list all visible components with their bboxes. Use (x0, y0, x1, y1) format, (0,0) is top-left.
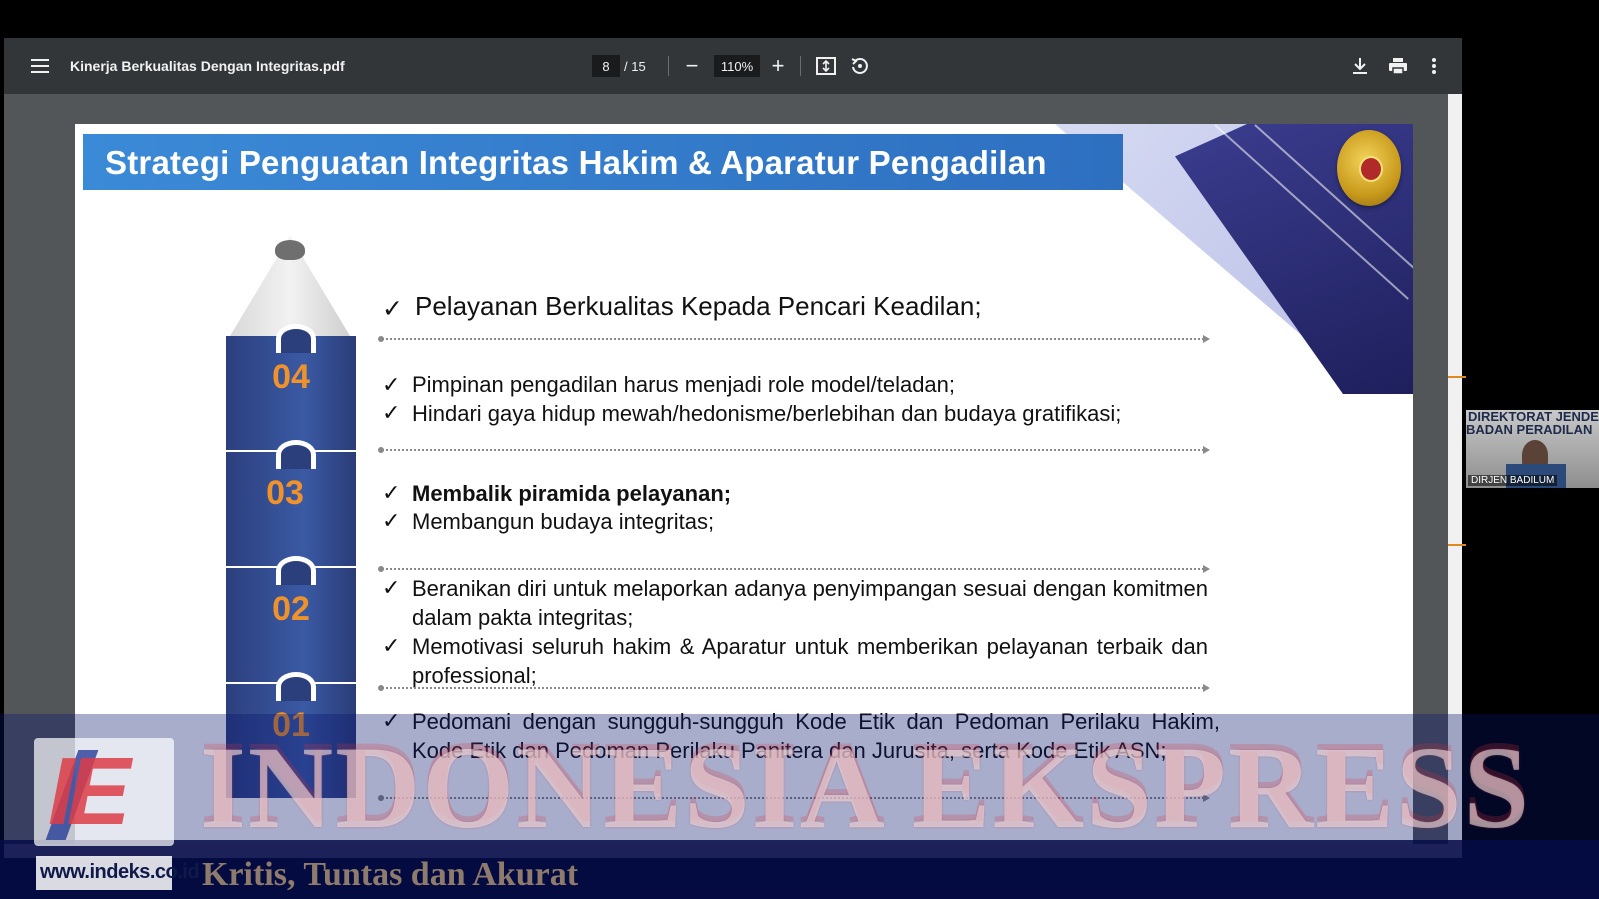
screen: Kinerja Berkualitas Dengan Integritas.pd… (0, 0, 1599, 899)
level-number: 03 (266, 474, 304, 512)
court-emblem-logo (1337, 130, 1401, 206)
toolbar-divider (668, 56, 669, 76)
divider-arrow (378, 446, 1210, 454)
print-icon[interactable] (1386, 38, 1410, 94)
pencil-segment-03: 03 (226, 440, 356, 566)
pencil-segment-02: 02 (226, 556, 356, 682)
headline-text: Pelayanan Berkualitas Kepada Pencari Kea… (415, 291, 982, 321)
item-02-2: Memotivasi seluruh hakim & Aparatur untu… (412, 634, 1208, 688)
video-banner-line2: BADAN PERADILAN (1466, 422, 1593, 437)
video-thumbnail[interactable]: DIREKTORAT JENDERAL BADAN PERADILAN DIRJ… (1466, 410, 1599, 488)
check-icon: ✓ (382, 400, 401, 425)
download-icon[interactable] (1348, 38, 1372, 94)
watermark-brand: INDONESIA EKSPRESS (200, 722, 1532, 853)
fit-page-icon[interactable] (814, 38, 838, 94)
watermark-logo-letters: IE (48, 738, 131, 845)
check-icon: ✓ (382, 508, 401, 533)
item-04-1: Pimpinan pengadilan harus menjadi role m… (412, 372, 956, 397)
divider-arrow (378, 335, 1210, 343)
menu-icon[interactable] (22, 38, 58, 94)
item-04-2: Hindari gaya hidup mewah/hedonisme/berle… (412, 401, 1122, 426)
divider-arrow (378, 565, 1210, 573)
zoom-out-button[interactable]: − (680, 38, 704, 94)
check-icon: ✓ (382, 575, 401, 600)
toolbar-divider (800, 56, 801, 76)
pdf-toolbar: Kinerja Berkualitas Dengan Integritas.pd… (4, 38, 1462, 94)
pencil-lead (275, 240, 305, 260)
slide-title: Strategi Penguatan Integritas Hakim & Ap… (105, 144, 1047, 181)
orange-marker (1448, 376, 1466, 378)
watermark-tagline: Kritis, Tuntas dan Akurat (202, 856, 579, 893)
rotate-icon[interactable] (848, 38, 872, 94)
item-03-1: Membalik piramida pelayanan; (412, 481, 732, 506)
zoom-level-input[interactable]: 110% (714, 55, 760, 77)
page-number-input[interactable]: 8 (592, 55, 620, 77)
check-icon: ✓ (382, 372, 401, 397)
video-label: DIRJEN BADILUM (1468, 475, 1558, 486)
check-icon: ✓ (382, 295, 403, 323)
zoom-in-button[interactable]: + (766, 38, 790, 94)
check-icon: ✓ (382, 633, 401, 658)
divider-arrow (378, 684, 1210, 692)
more-vertical-icon[interactable] (1424, 38, 1444, 94)
page-total: / 15 (624, 58, 646, 74)
watermark-url: www.indeks.co.id (40, 861, 200, 883)
item-02-1: Beranikan diri untuk melaporkan adanya p… (412, 576, 1208, 630)
document-title: Kinerja Berkualitas Dengan Integritas.pd… (70, 58, 345, 74)
check-icon: ✓ (382, 480, 401, 505)
level-number: 02 (272, 590, 310, 628)
pencil-segment-04: 04 (226, 324, 356, 450)
title-band: Strategi Penguatan Integritas Hakim & Ap… (83, 134, 1123, 190)
item-03-2: Membangun budaya integritas; (412, 509, 715, 534)
level-number: 04 (272, 358, 310, 396)
orange-marker (1448, 544, 1466, 546)
